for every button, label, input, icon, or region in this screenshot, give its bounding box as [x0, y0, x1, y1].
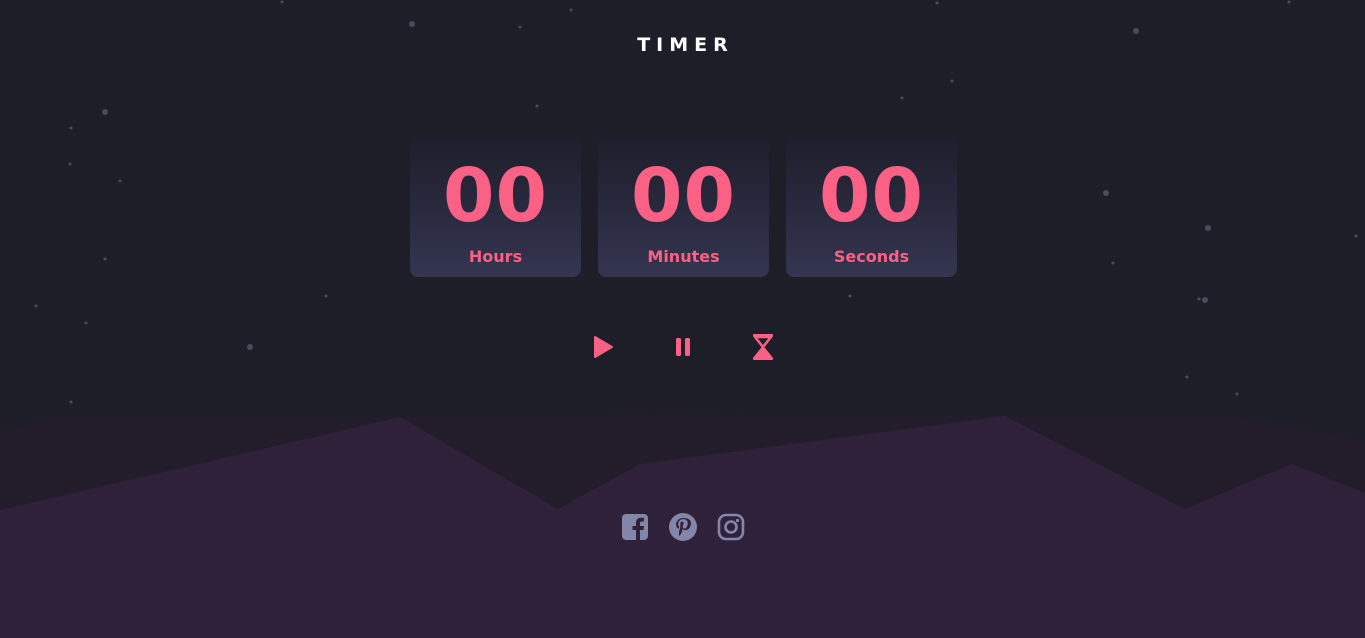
pause-icon: [676, 338, 690, 356]
timer-controls: [588, 333, 778, 361]
reset-button[interactable]: [748, 333, 778, 361]
facebook-link[interactable]: [620, 512, 650, 542]
hours-value: 00: [443, 153, 548, 239]
countdown-cards: 00 Hours 00 Minutes 00 Seconds: [410, 133, 957, 277]
play-icon: [594, 336, 613, 358]
social-links: [620, 512, 746, 542]
pinterest-icon: [669, 513, 697, 541]
hourglass-icon: [753, 334, 773, 360]
timer-page: TIMER 00 Hours 00 Minutes 00 Seconds: [0, 0, 1365, 638]
seconds-label: Seconds: [833, 247, 910, 266]
minutes-label: Minutes: [647, 247, 720, 266]
facebook-icon: [622, 514, 648, 540]
mountain-landscape: [0, 414, 1365, 638]
instagram-icon: [717, 513, 745, 541]
instagram-link[interactable]: [716, 512, 746, 542]
play-button[interactable]: [588, 333, 618, 361]
hours-card: 00 Hours: [410, 133, 581, 277]
minutes-card: 00 Minutes: [598, 133, 769, 277]
pinterest-link[interactable]: [668, 512, 698, 542]
seconds-card: 00 Seconds: [786, 133, 957, 277]
seconds-value: 00: [819, 153, 924, 239]
pause-button[interactable]: [668, 333, 698, 361]
minutes-value: 00: [631, 153, 736, 239]
page-title: TIMER: [637, 34, 734, 56]
hours-label: Hours: [468, 247, 523, 266]
